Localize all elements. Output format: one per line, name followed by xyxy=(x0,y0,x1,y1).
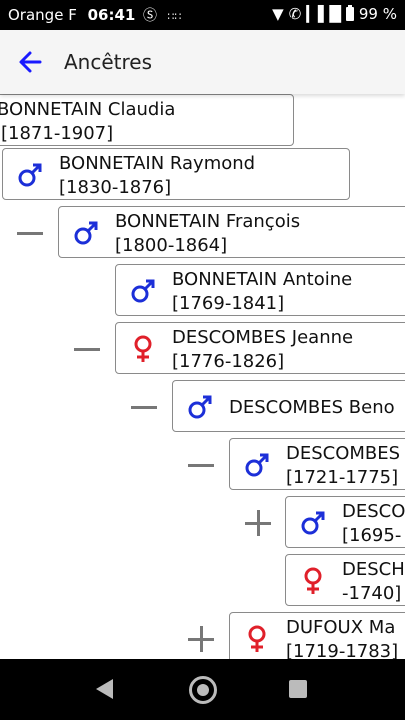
page-title: Ancêtres xyxy=(64,50,153,74)
person-node[interactable]: DUFOUX Ma [1719-1783] xyxy=(229,612,405,659)
male-icon xyxy=(130,277,156,305)
ancestor-tree: BONNETAIN Claudia [1871-1907] BONNETAIN … xyxy=(0,94,405,659)
app-bar: Ancêtres xyxy=(0,30,405,94)
person-name: BONNETAIN Raymond xyxy=(59,153,256,174)
male-icon xyxy=(300,509,326,537)
battery-level: 99 % xyxy=(358,5,397,23)
back-arrow-icon[interactable] xyxy=(14,46,46,78)
person-node[interactable]: DESCO [1695- xyxy=(285,496,405,548)
person-node[interactable]: BONNETAIN Raymond [1830-1876] xyxy=(2,148,350,200)
male-icon xyxy=(73,219,99,247)
nav-back-icon[interactable] xyxy=(96,679,113,699)
collapse-toggle[interactable] xyxy=(188,452,214,478)
collapse-toggle[interactable] xyxy=(74,336,100,362)
wifi-icon: ▼ xyxy=(272,5,284,23)
person-name: DESCO xyxy=(342,501,405,522)
person-name: DESCOMBES xyxy=(286,443,401,464)
battery-icon xyxy=(345,5,354,21)
person-name: DESCOMBES Jeanne xyxy=(172,327,354,348)
person-years: [1800-1864] xyxy=(115,235,228,256)
person-node[interactable]: DESCH -1740] xyxy=(285,554,405,606)
status-left: Orange F 06:41 xyxy=(8,6,135,24)
person-years: [1776-1826] xyxy=(172,351,285,372)
expand-toggle[interactable] xyxy=(188,626,214,652)
person-name: BONNETAIN Claudia xyxy=(0,99,176,120)
person-years: [1695- xyxy=(342,525,402,546)
person-node[interactable]: DESCOMBES Jeanne [1776-1826] xyxy=(115,322,405,374)
navigation-bar xyxy=(0,659,405,720)
person-years: [1871-1907] xyxy=(1,123,114,144)
female-icon xyxy=(300,567,326,595)
app-notification-icon: Ⓢ xyxy=(143,8,157,24)
person-node[interactable]: DESCOMBES Beno xyxy=(172,380,405,432)
collapse-toggle[interactable] xyxy=(17,220,43,246)
clock: 06:41 xyxy=(87,6,136,24)
person-name: DESCH xyxy=(342,559,405,580)
person-years: [1721-1775] xyxy=(286,467,399,488)
nav-home-icon[interactable] xyxy=(189,676,217,704)
person-node[interactable]: BONNETAIN Claudia [1871-1907] xyxy=(0,94,294,146)
signal-icon: ▎▌█ xyxy=(306,5,341,23)
expand-toggle[interactable] xyxy=(245,510,271,536)
collapse-toggle[interactable] xyxy=(131,394,157,420)
person-name: DESCOMBES Beno xyxy=(229,397,395,418)
female-icon xyxy=(244,625,270,653)
male-icon xyxy=(187,393,213,421)
person-node[interactable]: BONNETAIN François [1800-1864] xyxy=(58,206,405,258)
male-icon xyxy=(244,451,270,479)
person-years: -1740] xyxy=(342,583,402,604)
status-right: ▼ ✆ ▎▌█ 99 % xyxy=(272,5,397,23)
nfc-icon: ∷∷ xyxy=(167,10,182,23)
person-years: [1830-1876] xyxy=(59,177,172,198)
carrier-label: Orange F xyxy=(8,6,77,24)
female-icon xyxy=(130,335,156,363)
male-icon xyxy=(17,161,43,189)
person-years: [1769-1841] xyxy=(172,293,285,314)
status-bar: Orange F 06:41 Ⓢ ∷∷ ▼ ✆ ▎▌█ 99 % xyxy=(0,0,405,30)
person-years: [1719-1783] xyxy=(286,641,399,659)
person-name: BONNETAIN Antoine xyxy=(172,269,353,290)
person-node[interactable]: BONNETAIN Antoine [1769-1841] xyxy=(115,264,405,316)
person-node[interactable]: DESCOMBES [1721-1775] xyxy=(229,438,405,490)
notification-icons: Ⓢ ∷∷ xyxy=(143,5,181,25)
nav-recents-icon[interactable] xyxy=(289,680,307,698)
person-name: BONNETAIN François xyxy=(115,211,301,232)
call-icon: ✆ xyxy=(288,5,302,23)
person-name: DUFOUX Ma xyxy=(286,617,396,638)
